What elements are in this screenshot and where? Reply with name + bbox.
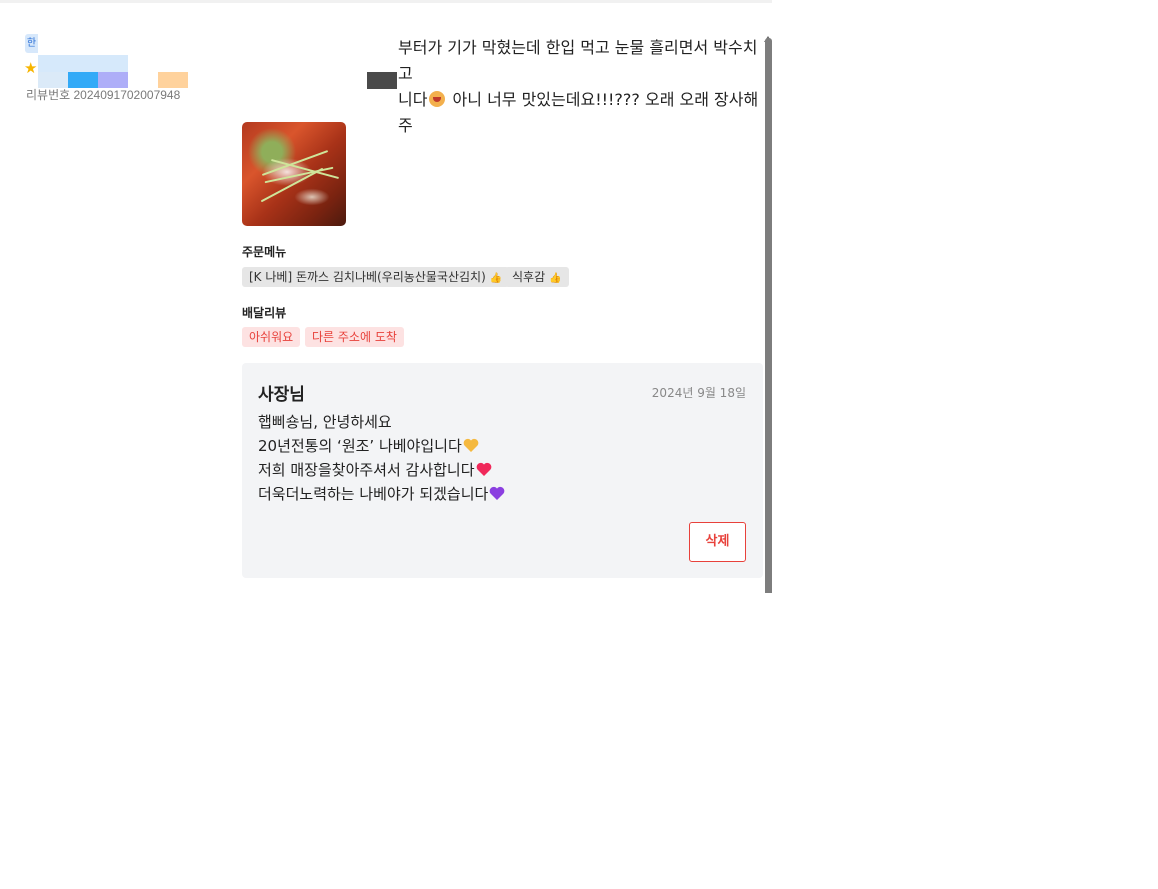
delete-reply-button[interactable]: 삭제 (689, 522, 746, 562)
reply-line-text: 20년전통의 ‘원조’ 나베야입니다 (258, 437, 462, 455)
reply-title: 사장님 (258, 385, 305, 405)
scrollbar-thumb[interactable] (765, 38, 772, 593)
red-heart-icon (476, 462, 491, 476)
top-divider (0, 0, 772, 3)
review-number: 리뷰번호 2024091702007948 (26, 88, 181, 102)
reply-line: 저희 매장을찾아주셔서 감사합니다 (258, 458, 505, 482)
order-item-chip: 식후감 👍 (505, 267, 569, 287)
yellow-heart-icon (463, 438, 479, 452)
review-line-part: 니다 (398, 90, 428, 109)
redacted-block (367, 72, 397, 89)
review-line-part: 아니 너무 맛있는데요!!!??? 오래 오래 장사해주 (398, 90, 759, 135)
reply-line-text: 저희 매장을찾아주셔서 감사합니다 (258, 461, 475, 479)
order-item-text: [K 나베] 돈까스 김치나베(우리농산물국산김치) (249, 270, 486, 284)
delivery-tag: 다른 주소에 도착 (305, 327, 404, 347)
crying-emoji-icon (429, 91, 446, 107)
thumbs-up-icon: 👍 (489, 273, 503, 284)
reply-date: 2024년 9월 18일 (651, 386, 746, 400)
review-photo[interactable] (242, 122, 346, 226)
blurred-nickname (38, 55, 128, 72)
reply-line: 햅삐숑님, 안녕하세요 (258, 413, 392, 431)
reply-line: 20년전통의 ‘원조’ 나베야입니다 (258, 434, 505, 458)
delivery-review-label: 배달리뷰 (242, 306, 287, 320)
order-menu-label: 주문메뉴 (242, 245, 287, 259)
star-icon: ★ (24, 59, 38, 77)
delivery-tag: 아쉬워요 (242, 327, 301, 347)
reply-body: 햅삐숑님, 안녕하세요 20년전통의 ‘원조’ 나베야입니다 저희 매장을찾아주… (258, 410, 505, 506)
owner-reply-box: 사장님 2024년 9월 18일 햅삐숑님, 안녕하세요 20년전통의 ‘원조’… (242, 363, 763, 578)
reply-line: 더욱더노력하는 나베야가 되겠습니다 (258, 482, 505, 506)
reply-line-text: 더욱더노력하는 나베야가 되겠습니다 (258, 485, 489, 503)
review-line: 부터가 기가 막혔는데 한입 먹고 눈물 흘리면서 박수치고 (398, 38, 758, 83)
order-item-text: 식후감 (512, 270, 546, 284)
purple-heart-icon (489, 486, 505, 500)
thumbs-up-icon: 👍 (549, 273, 562, 284)
reviewer-badge: 한 (25, 34, 38, 53)
order-item-chip: [K 나베] 돈까스 김치나베(우리농산물국산김치) 👍 (242, 267, 510, 287)
